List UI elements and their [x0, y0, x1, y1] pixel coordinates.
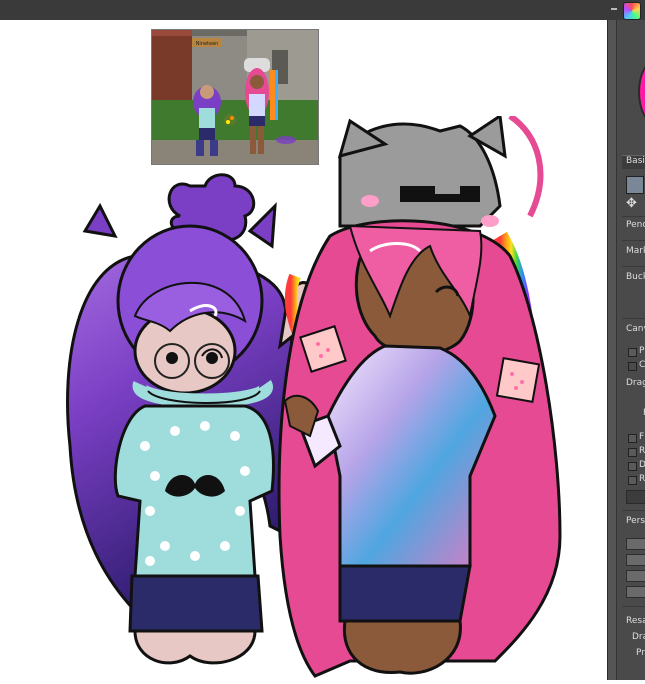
selection-tool-icon[interactable] — [626, 176, 644, 194]
divider — [622, 266, 645, 267]
checkbox-c-label: C — [639, 360, 645, 370]
resample-label: Resa — [626, 616, 645, 626]
preset-bucket[interactable]: Bucket — [626, 272, 645, 282]
option-checkbox-1[interactable] — [628, 434, 637, 443]
option-field[interactable] — [626, 490, 645, 504]
divider — [622, 240, 645, 241]
reference-sign-text: Nineteen — [196, 41, 219, 47]
tool-options-panel: Basic ✥ Pencil Mark Bucket Canv P C Drag… — [607, 20, 645, 680]
pink-hair-character — [277, 113, 562, 678]
color-app-icon[interactable] — [623, 2, 641, 20]
perspective-button-2[interactable] — [626, 554, 645, 566]
perspective-label: Persp — [626, 516, 645, 526]
drag-label: Drag — [626, 378, 645, 388]
canvas-label: Canv — [626, 324, 645, 334]
character-illustration — [40, 113, 607, 680]
perspective-button-4[interactable] — [626, 586, 645, 598]
tab-basic-label: Basic — [626, 156, 645, 166]
draw-label: Dra — [632, 632, 645, 642]
perspective-button-3[interactable] — [626, 570, 645, 582]
divider — [622, 606, 645, 607]
move-tool-icon[interactable]: ✥ — [626, 196, 637, 211]
purple-hair-character — [66, 173, 315, 665]
option-label-4: R — [639, 474, 645, 484]
perspective-button-1[interactable] — [626, 538, 645, 550]
option-label-1: F — [639, 432, 645, 442]
divider — [622, 216, 645, 217]
preset-mark[interactable]: Mark — [626, 246, 645, 256]
option-label-3: D — [639, 460, 645, 470]
top-bar — [0, 0, 645, 21]
minimize-icon[interactable] — [611, 8, 617, 10]
color-picker[interactable] — [638, 60, 645, 124]
preset-pencil[interactable]: Pencil — [626, 220, 645, 230]
option-checkbox-4[interactable] — [628, 476, 637, 485]
checkbox-c[interactable] — [628, 362, 637, 371]
drawing-canvas[interactable]: Nineteen — [0, 20, 607, 680]
option-label-2: R — [639, 446, 645, 456]
checkbox-p-label: P — [639, 346, 645, 356]
divider — [622, 318, 645, 319]
preview-label: Pr — [636, 648, 645, 658]
divider — [622, 510, 645, 511]
checkbox-p[interactable] — [628, 348, 637, 357]
option-checkbox-2[interactable] — [628, 448, 637, 457]
option-checkbox-3[interactable] — [628, 462, 637, 471]
panel-scrollbar[interactable] — [608, 20, 617, 680]
